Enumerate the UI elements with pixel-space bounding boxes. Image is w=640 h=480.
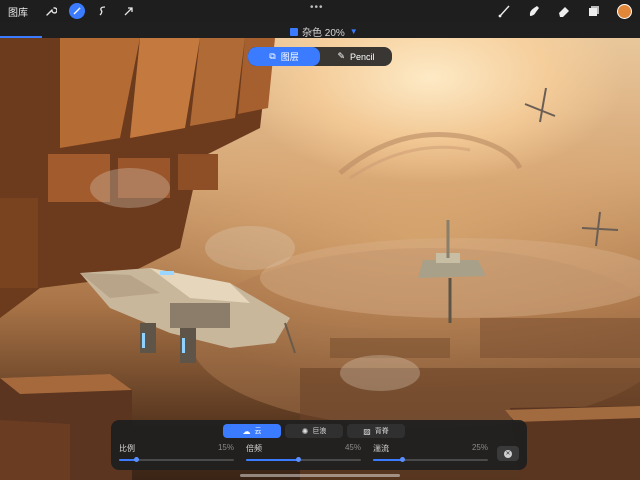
tab-cloud-label: 云 [254, 428, 262, 435]
octaves-value: 45% [344, 443, 361, 452]
magic-wand-icon[interactable] [69, 3, 85, 19]
ridge-icon: ▨ [363, 426, 371, 436]
adjustment-title-dropdown[interactable]: 杂色 20% ▼ [290, 24, 358, 39]
eraser-icon[interactable] [553, 0, 575, 22]
tab-wave-label: 巨浪 [312, 428, 327, 435]
more-menu-button[interactable]: ••• [310, 2, 324, 13]
adjustment-progress [0, 36, 42, 38]
layers-icon[interactable] [583, 0, 605, 22]
layer-mode-button[interactable]: ⧉ 图层 [248, 47, 320, 66]
octaves-fill [246, 459, 298, 461]
wave-icon: ✺ [301, 426, 309, 436]
scale-slider[interactable]: 比例 15% [119, 443, 234, 463]
octaves-knob[interactable] [295, 457, 301, 462]
layer-mode-label: 图层 [280, 52, 299, 62]
pencil-icon: ✎ [337, 51, 346, 61]
adjustment-title: 杂色 20% [302, 28, 345, 39]
turbulence-label: 湍流 [373, 444, 389, 453]
octaves-slider[interactable]: 倍频 45% [246, 443, 361, 463]
turbulence-value: 25% [471, 443, 488, 452]
layer-mode-icon: ⧉ [269, 51, 276, 61]
top-toolbar: 图库 ••• [0, 0, 640, 22]
right-tool-group [489, 0, 640, 22]
canvas-artwork[interactable] [0, 38, 640, 480]
scale-label: 比例 [119, 444, 135, 453]
scale-knob[interactable] [134, 457, 140, 462]
tab-ridge-label: 背脊 [374, 428, 389, 435]
tab-wave[interactable]: ✺ 巨浪 [285, 424, 343, 438]
transform-icon[interactable] [118, 0, 140, 22]
turbulence-slider[interactable]: 湍流 25% [373, 443, 488, 463]
tab-ridge[interactable]: ▨ 背脊 [347, 424, 405, 438]
octaves-label: 倍频 [246, 444, 262, 453]
scale-value: 15% [217, 443, 234, 452]
reset-icon: ✕ [504, 449, 512, 458]
noise-square-icon [290, 27, 298, 36]
noise-settings-panel: ☁ 云 ✺ 巨浪 ▨ 背脊 比例 15% 倍频 45% 湍流 25% ✕ [111, 420, 527, 470]
brush-icon[interactable] [493, 0, 515, 22]
turbulence-knob[interactable] [399, 457, 405, 462]
gallery-button[interactable]: 图库 [0, 4, 36, 19]
wrench-icon[interactable] [40, 0, 62, 22]
noise-type-tabs: ☁ 云 ✺ 巨浪 ▨ 背脊 [223, 424, 405, 438]
turbulence-fill [373, 459, 402, 461]
mode-toggle: ⧉ 图层 ✎ Pencil [248, 47, 392, 66]
tab-cloud[interactable]: ☁ 云 [223, 424, 281, 438]
home-indicator [240, 474, 400, 477]
turbulence-track [373, 457, 488, 462]
pencil-mode-label: Pencil [350, 51, 375, 62]
artwork-illustration [0, 38, 640, 480]
cloud-icon: ☁ [242, 426, 251, 436]
chevron-down-icon: ▼ [349, 27, 358, 36]
smudge-icon[interactable] [523, 0, 545, 22]
reset-button[interactable]: ✕ [497, 446, 519, 461]
selection-icon[interactable] [92, 0, 114, 22]
adjustment-bar: 杂色 20% ▼ [0, 22, 640, 39]
octaves-track [246, 457, 361, 462]
scale-track [119, 457, 234, 462]
color-picker-button[interactable] [617, 3, 632, 19]
pencil-mode-button[interactable]: ✎ Pencil [320, 47, 392, 66]
